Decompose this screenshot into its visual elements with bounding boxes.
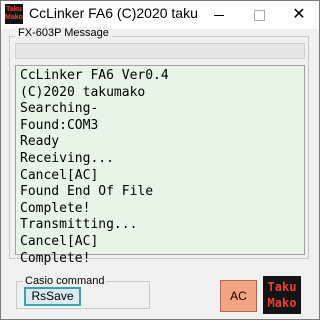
maximize-icon: [254, 10, 265, 21]
ac-button[interactable]: AC: [220, 280, 257, 312]
log-line: Found End Of File: [20, 184, 154, 200]
maximize-button[interactable]: [239, 1, 279, 29]
app-window: Taku Mako CcLinker FA6 (C)2020 taku... ✕…: [0, 0, 320, 320]
logo-line-1: Taku: [267, 280, 297, 294]
log-line: Cancel[AC]: [20, 167, 99, 183]
minimize-icon: [214, 15, 224, 16]
log-line: Cancel[AC]: [20, 233, 99, 249]
log-line: (C)2020 takumako: [20, 84, 146, 100]
log-line: Receiving...: [20, 150, 114, 166]
logo-line-2: Mako: [267, 296, 297, 310]
close-button[interactable]: ✕: [279, 1, 319, 29]
message-group-label: FX-603P Message: [15, 27, 112, 39]
log-line: Transmitting...: [20, 217, 138, 233]
log-line: CcLinker FA6 Ver0.4: [20, 68, 169, 83]
close-icon: ✕: [292, 6, 306, 23]
window-title: CcLinker FA6 (C)2020 taku...: [29, 5, 199, 21]
log-line: Found:COM3: [20, 117, 99, 133]
minimize-button[interactable]: [199, 1, 239, 29]
title-bar[interactable]: Taku Mako CcLinker FA6 (C)2020 taku... ✕: [1, 1, 319, 29]
log-line: Complete!: [20, 250, 91, 266]
rssave-button[interactable]: RsSave: [24, 287, 81, 306]
app-icon[interactable]: Taku Mako: [5, 4, 23, 24]
message-status-bar: [15, 43, 305, 59]
log-line: Complete!: [20, 200, 91, 216]
app-icon-line-1: Taku: [6, 6, 22, 13]
app-icon-line-2: Mako: [5, 14, 23, 21]
casio-command-label: Casio command: [23, 275, 107, 287]
log-line: Searching-: [20, 101, 99, 117]
message-log[interactable]: CcLinker FA6 Ver0.4 (C)2020 takumako Sea…: [15, 65, 305, 266]
log-line: Ready: [20, 134, 60, 150]
takumako-logo: Taku Mako: [263, 276, 301, 314]
